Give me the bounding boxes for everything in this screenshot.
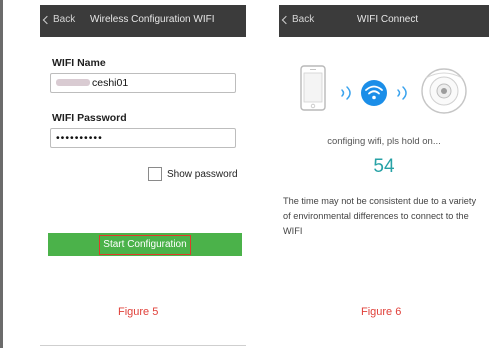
wifi-icon (361, 80, 387, 106)
back-label: Back (53, 14, 76, 25)
figure-caption-left: Figure 5 (118, 306, 159, 318)
chevron-left-icon (281, 15, 291, 25)
show-password-checkbox[interactable] (148, 167, 162, 181)
wifi-name-input[interactable]: ceshi01 (50, 73, 236, 93)
wifi-password-input[interactable]: •••••••••• (50, 128, 236, 148)
screen-title: WIFI Connect (357, 14, 419, 25)
wifi-name-value: ceshi01 (92, 77, 129, 89)
wifi-password-label: WIFI Password (52, 112, 127, 124)
camera-device-icon (421, 68, 467, 114)
start-configuration-button[interactable]: Start Configuration (48, 233, 242, 256)
countdown-timer: 54 (373, 156, 395, 177)
wifi-password-value: •••••••••• (56, 132, 103, 144)
figure-caption-right: Figure 6 (361, 306, 402, 318)
wifi-name-label: WIFI Name (52, 57, 106, 69)
back-label: Back (292, 14, 315, 25)
app-bar: Back Wireless Configuration WIFI (40, 5, 246, 37)
wireless-config-screen: Back Wireless Configuration WIFI WIFI Na… (40, 5, 246, 283)
show-password-toggle[interactable]: Show password (148, 167, 238, 181)
smartphone-icon (300, 65, 326, 111)
back-button[interactable]: Back (42, 14, 76, 25)
divider (40, 345, 246, 346)
connection-note: The time may not be consistent due to a … (283, 196, 477, 236)
show-password-label: Show password (167, 168, 238, 180)
page-left-rule (0, 0, 3, 348)
chevron-left-icon (42, 15, 52, 25)
screen-title: Wireless Configuration WIFI (90, 14, 215, 25)
app-bar: Back WIFI Connect (279, 5, 489, 37)
start-configuration-label: Start Configuration (99, 234, 191, 255)
signal-waves-right-icon (397, 86, 407, 100)
signal-waves-left-icon (341, 86, 351, 100)
redacted-text (56, 79, 90, 86)
configuring-status: configing wifi, pls hold on... (327, 136, 441, 147)
pairing-illustration (300, 65, 467, 114)
wifi-connect-screen: Back WIFI Connect configing wifi, pls ho… (279, 5, 489, 283)
back-button[interactable]: Back (281, 14, 315, 25)
